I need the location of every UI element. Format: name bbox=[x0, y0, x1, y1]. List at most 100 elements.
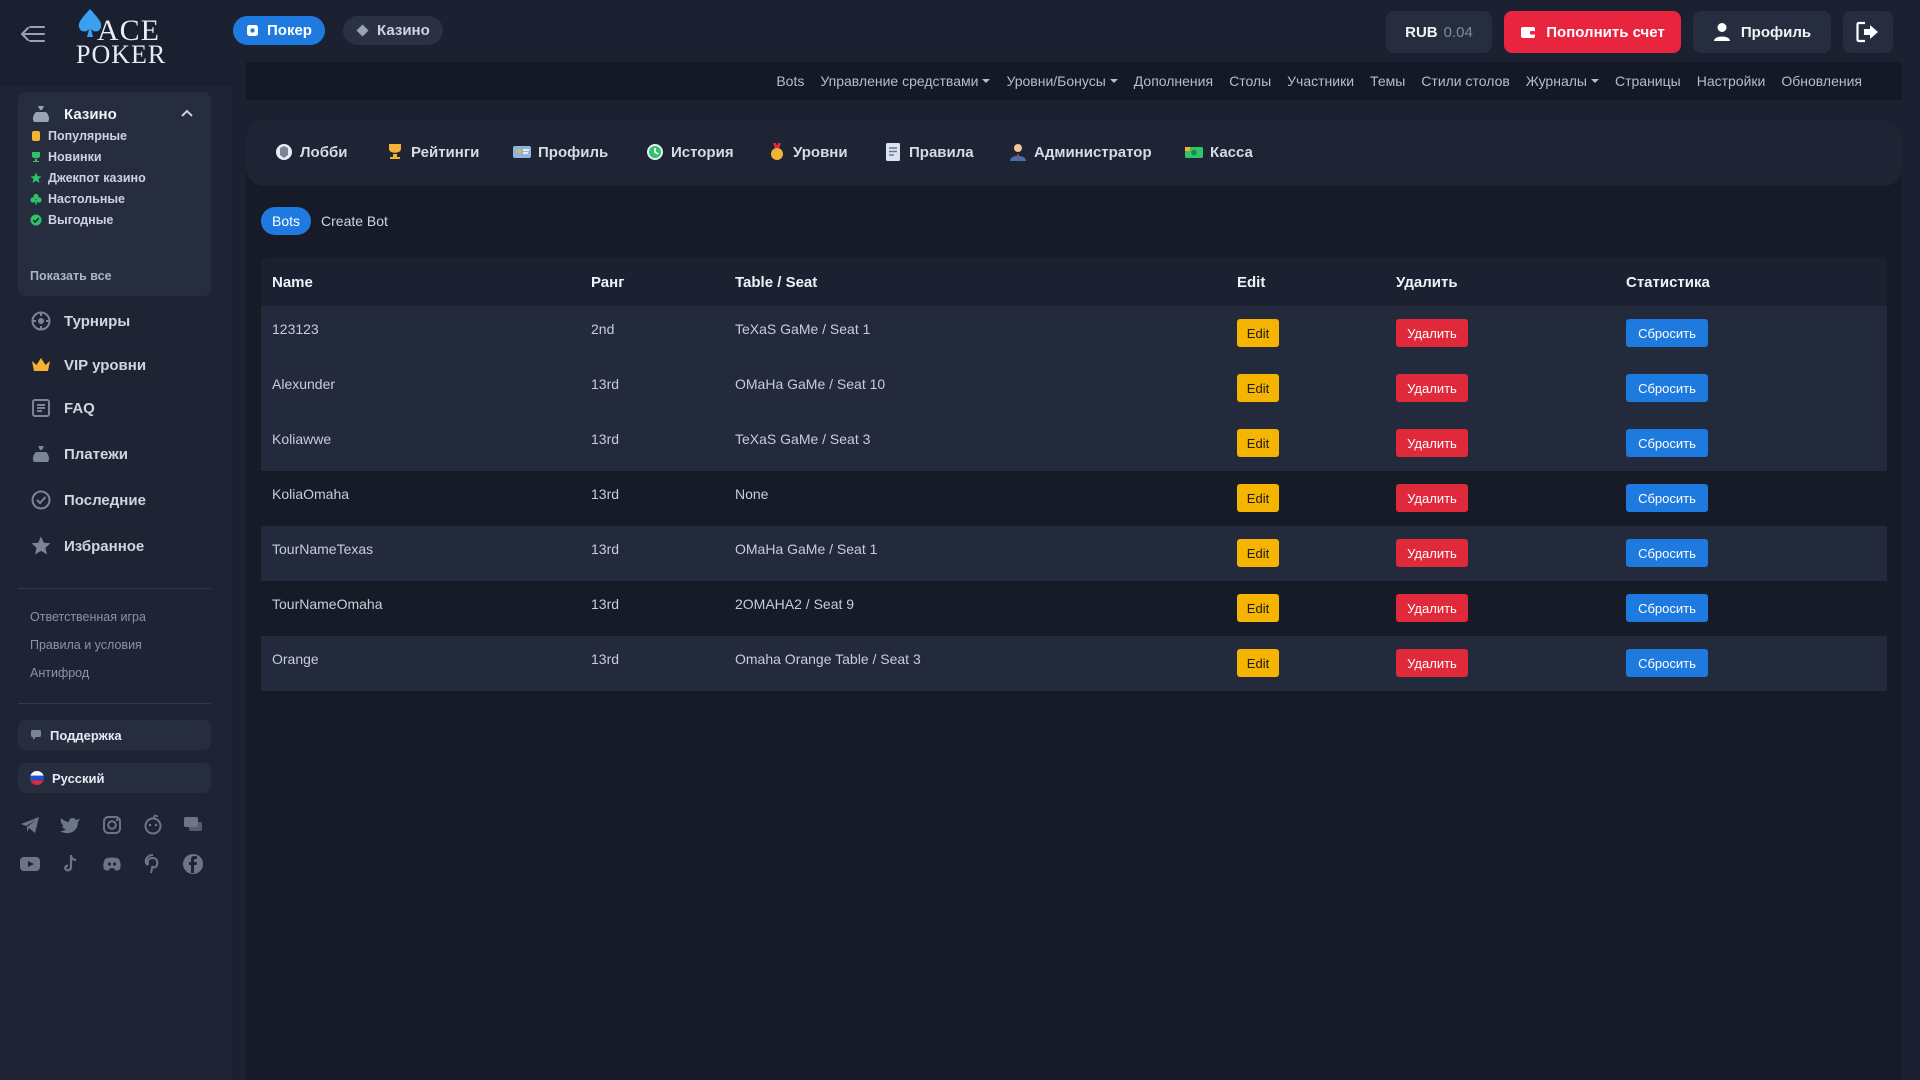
support-label: Поддержка bbox=[50, 727, 122, 743]
popular-icon bbox=[32, 131, 40, 141]
section-history[interactable]: История bbox=[645, 142, 734, 162]
admin-menu-bots[interactable]: Bots bbox=[776, 73, 804, 89]
section-lobby[interactable]: Лобби bbox=[274, 142, 347, 162]
section-admin[interactable]: Администратор bbox=[1008, 142, 1152, 162]
subtab-create-bot[interactable]: Create Bot bbox=[321, 207, 388, 235]
section-cashier[interactable]: Касса bbox=[1184, 142, 1253, 162]
admin-menu-updates[interactable]: Обновления bbox=[1781, 73, 1862, 89]
sidebar-item-payments[interactable]: Платежи bbox=[30, 441, 128, 467]
language-selector[interactable]: Русский bbox=[18, 763, 211, 793]
admin-menu-bar: Bots Управление средствами Уровни/Бонусы… bbox=[246, 62, 1902, 100]
bot-table-seat: None bbox=[735, 486, 769, 502]
show-all-link[interactable]: Показать все bbox=[30, 269, 112, 283]
id-card-icon bbox=[513, 146, 531, 158]
sidebar-item-label: Последние bbox=[64, 491, 146, 509]
section-ratings[interactable]: Рейтинги bbox=[385, 142, 479, 162]
casino-item-popular[interactable]: Популярные bbox=[30, 128, 127, 144]
reset-stats-button[interactable]: Сбросить bbox=[1626, 484, 1708, 512]
admin-menu: Bots Управление средствами Уровни/Бонусы… bbox=[776, 73, 1862, 89]
footer-link-antifraud[interactable]: Антифрод bbox=[30, 666, 89, 680]
rules-icon bbox=[886, 143, 900, 161]
tab-casino[interactable]: Казино bbox=[343, 16, 443, 45]
casino-item-new[interactable]: Новинки bbox=[30, 149, 102, 165]
sidebar-item-label: FAQ bbox=[64, 399, 95, 417]
chat-icon bbox=[31, 730, 41, 740]
admin-menu-pages[interactable]: Страницы bbox=[1615, 73, 1681, 89]
admin-menu-themes[interactable]: Темы bbox=[1370, 73, 1405, 89]
twitter-icon[interactable] bbox=[59, 814, 81, 836]
pinterest-icon[interactable] bbox=[142, 853, 164, 875]
bot-rank: 13rd bbox=[591, 486, 620, 502]
subtab-bots[interactable]: Bots bbox=[261, 207, 312, 235]
section-label: Рейтинги bbox=[411, 143, 480, 161]
casino-item-jackpot[interactable]: Джекпот казино bbox=[30, 170, 146, 186]
section-label: Администратор bbox=[1034, 143, 1152, 161]
admin-menu-members[interactable]: Участники bbox=[1287, 73, 1354, 89]
chevron-up-icon[interactable] bbox=[181, 109, 193, 117]
edit-button[interactable]: Edit bbox=[1237, 319, 1279, 347]
reset-stats-button[interactable]: Сбросить bbox=[1626, 429, 1708, 457]
section-nav: Лобби Рейтинги Профиль История Уровни Пр… bbox=[246, 120, 1902, 186]
admin-menu-addons[interactable]: Дополнения bbox=[1134, 73, 1213, 89]
section-levels[interactable]: Уровни bbox=[767, 142, 848, 162]
tab-poker[interactable]: Покер bbox=[233, 16, 325, 45]
delete-button[interactable]: Удалить bbox=[1396, 429, 1468, 457]
sidebar-item-recent[interactable]: Последние bbox=[30, 487, 146, 513]
table-row: Alexunder 13rd OMaHa GaMe / Seat 10 Edit… bbox=[261, 361, 1887, 416]
delete-button[interactable]: Удалить bbox=[1396, 539, 1468, 567]
sidebar-item-faq[interactable]: FAQ bbox=[30, 395, 95, 421]
reset-stats-button[interactable]: Сбросить bbox=[1626, 594, 1708, 622]
reset-stats-button[interactable]: Сбросить bbox=[1626, 319, 1708, 347]
facebook-icon[interactable] bbox=[182, 853, 204, 875]
delete-button[interactable]: Удалить bbox=[1396, 594, 1468, 622]
admin-menu-logs[interactable]: Журналы bbox=[1526, 73, 1599, 89]
telegram-icon[interactable] bbox=[19, 814, 41, 836]
cash-icon bbox=[1185, 147, 1203, 158]
chat-icon[interactable] bbox=[182, 814, 204, 836]
collapse-sidebar-icon[interactable] bbox=[20, 24, 46, 44]
edit-button[interactable]: Edit bbox=[1237, 429, 1279, 457]
balance-display[interactable]: RUB 0.04 bbox=[1386, 11, 1492, 53]
deposit-button[interactable]: Пополнить счет bbox=[1504, 11, 1681, 53]
casino-item-profitable[interactable]: Выгодные bbox=[30, 212, 113, 228]
admin-menu-table-styles[interactable]: Стили столов bbox=[1421, 73, 1510, 89]
admin-menu-levels-bonuses[interactable]: Уровни/Бонусы bbox=[1006, 73, 1117, 89]
edit-button[interactable]: Edit bbox=[1237, 594, 1279, 622]
youtube-icon[interactable] bbox=[19, 853, 41, 875]
delete-button[interactable]: Удалить bbox=[1396, 649, 1468, 677]
history-icon bbox=[647, 144, 663, 160]
instagram-icon[interactable] bbox=[101, 814, 123, 836]
sidebar-item-favorites[interactable]: Избранное bbox=[30, 533, 144, 559]
admin-menu-funds[interactable]: Управление средствами bbox=[820, 73, 990, 89]
ace-poker-logo[interactable]: ACE POKER bbox=[73, 6, 165, 69]
section-profile[interactable]: Профиль bbox=[512, 142, 608, 162]
edit-button[interactable]: Edit bbox=[1237, 649, 1279, 677]
delete-button[interactable]: Удалить bbox=[1396, 319, 1468, 347]
tiktok-icon[interactable] bbox=[59, 853, 81, 875]
sidebar-item-tournaments[interactable]: Турниры bbox=[30, 308, 130, 334]
reset-stats-button[interactable]: Сбросить bbox=[1626, 374, 1708, 402]
reset-stats-button[interactable]: Сбросить bbox=[1626, 539, 1708, 567]
footer-link-responsible-gaming[interactable]: Ответственная игра bbox=[30, 610, 146, 624]
admin-menu-tables[interactable]: Столы bbox=[1229, 73, 1271, 89]
sidebar-item-label: Платежи bbox=[64, 445, 128, 463]
casino-category-toggle[interactable]: Казино bbox=[30, 103, 117, 125]
edit-button[interactable]: Edit bbox=[1237, 484, 1279, 512]
discord-icon[interactable] bbox=[101, 853, 123, 875]
footer-link-terms[interactable]: Правила и условия bbox=[30, 638, 142, 652]
logout-button[interactable] bbox=[1843, 11, 1893, 53]
edit-button[interactable]: Edit bbox=[1237, 539, 1279, 567]
reddit-icon[interactable] bbox=[142, 814, 164, 836]
section-rules[interactable]: Правила bbox=[883, 142, 974, 162]
delete-button[interactable]: Удалить bbox=[1396, 484, 1468, 512]
support-button[interactable]: Поддержка bbox=[18, 720, 211, 750]
reset-stats-button[interactable]: Сбросить bbox=[1626, 649, 1708, 677]
edit-button[interactable]: Edit bbox=[1237, 374, 1279, 402]
delete-button[interactable]: Удалить bbox=[1396, 374, 1468, 402]
casino-item-table[interactable]: Настольные bbox=[30, 191, 125, 207]
column-header-delete: Удалить bbox=[1396, 273, 1458, 291]
profile-button[interactable]: Профиль bbox=[1693, 11, 1831, 53]
bot-name: KoliaOmaha bbox=[272, 486, 350, 502]
admin-menu-settings[interactable]: Настройки bbox=[1697, 73, 1766, 89]
sidebar-item-vip[interactable]: VIP уровни bbox=[30, 352, 146, 378]
